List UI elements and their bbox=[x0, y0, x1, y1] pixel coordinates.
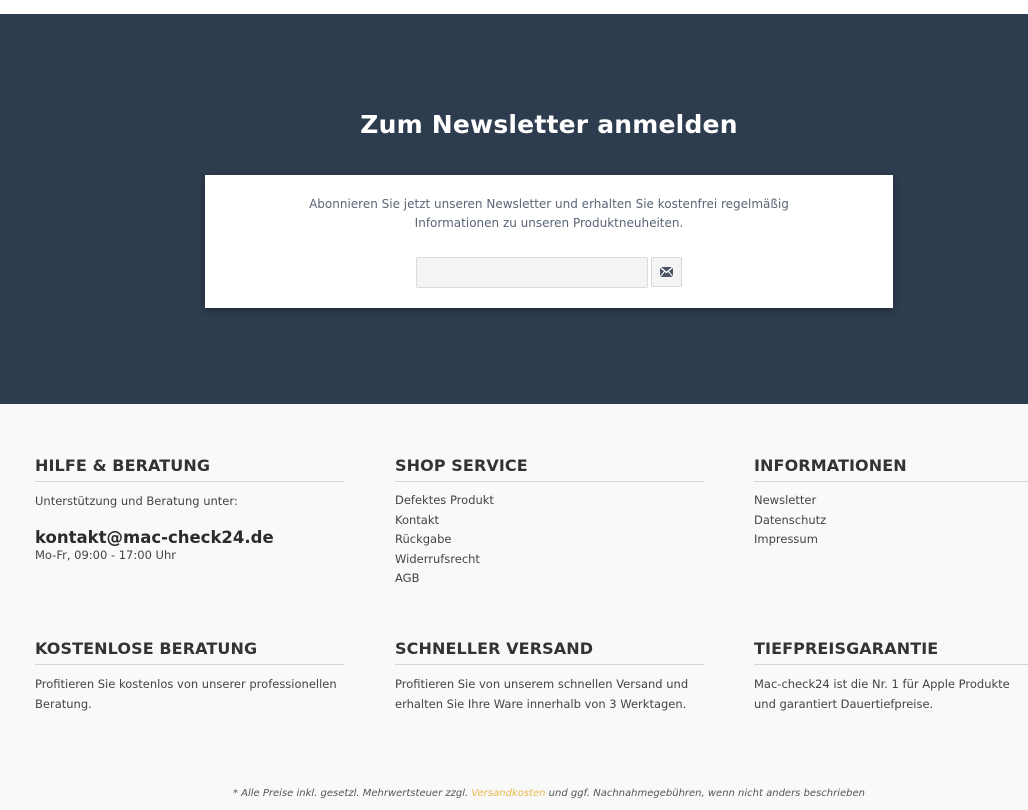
footer-col-shop-service: Shop Service Defektes Produkt Kontakt Rü… bbox=[395, 456, 704, 589]
support-email[interactable]: kontakt@mac-check24.de bbox=[35, 528, 344, 547]
link-rueckgabe[interactable]: Rückgabe bbox=[395, 530, 704, 550]
informationen-links: Newsletter Datenschutz Impressum bbox=[754, 491, 1028, 550]
disclaimer-before: * Alle Preise inkl. gesetzl. Mehrwertste… bbox=[232, 788, 469, 799]
link-impressum[interactable]: Impressum bbox=[754, 530, 1028, 550]
support-hours: Mo-Fr, 09:00 - 17:00 Uhr bbox=[35, 547, 176, 562]
shop-service-links: Defektes Produkt Kontakt Rückgabe Widerr… bbox=[395, 491, 704, 589]
footer-col-versand: Schneller Versand Profitieren Sie von un… bbox=[395, 639, 704, 714]
link-newsletter[interactable]: Newsletter bbox=[754, 491, 1028, 511]
support-intro: Unterstützung und Beratung unter: bbox=[35, 494, 238, 508]
footer-col-beratung: Kostenlose Beratung Profitieren Sie kost… bbox=[35, 639, 344, 714]
link-defektes-produkt[interactable]: Defektes Produkt bbox=[395, 491, 704, 511]
versand-text: Profitieren Sie von unserem schnellen Ve… bbox=[395, 677, 689, 711]
tiefpreis-text: Mac-check24 ist die Nr. 1 für Apple Prod… bbox=[754, 677, 1010, 711]
price-disclaimer: * Alle Preise inkl. gesetzl. Mehrwertste… bbox=[0, 788, 1028, 799]
newsletter-description: Abonnieren Sie jetzt unseren Newsletter … bbox=[205, 195, 893, 233]
newsletter-section: Zum Newsletter anmelden Abonnieren Sie j… bbox=[0, 14, 1028, 404]
newsletter-submit-button[interactable] bbox=[651, 257, 682, 287]
heading-schneller-versand: Schneller Versand bbox=[395, 639, 704, 665]
heading-shop-service: Shop Service bbox=[395, 456, 704, 482]
heading-tiefpreisgarantie: Tiefpreisgarantie bbox=[754, 639, 1028, 665]
newsletter-description-line1: Abonnieren Sie jetzt unseren Newsletter … bbox=[309, 197, 789, 211]
link-kontakt[interactable]: Kontakt bbox=[395, 511, 704, 531]
link-versandkosten[interactable]: Versandkosten bbox=[471, 788, 545, 799]
heading-kostenlose-beratung: Kostenlose Beratung bbox=[35, 639, 344, 665]
disclaimer-after: und ggf. Nachnahmegebühren, wenn nicht a… bbox=[548, 788, 865, 799]
beratung-text: Profitieren Sie kostenlos von unserer pr… bbox=[35, 677, 337, 711]
heading-hilfe-beratung: Hilfe & Beratung bbox=[35, 456, 344, 482]
newsletter-description-line2: Informationen zu unseren Produktneuheite… bbox=[414, 216, 684, 230]
top-strip bbox=[0, 0, 1028, 14]
envelope-icon bbox=[660, 267, 673, 277]
footer-col-tiefpreis: Tiefpreisgarantie Mac-check24 ist die Nr… bbox=[754, 639, 1028, 714]
newsletter-card: Abonnieren Sie jetzt unseren Newsletter … bbox=[205, 175, 893, 308]
newsletter-email-input[interactable] bbox=[416, 257, 648, 288]
heading-informationen: Informationen bbox=[754, 456, 1028, 482]
link-datenschutz[interactable]: Datenschutz bbox=[754, 511, 1028, 531]
link-widerrufsrecht[interactable]: Widerrufsrecht bbox=[395, 550, 704, 570]
footer-col-hilfe: Hilfe & Beratung Unterstützung und Berat… bbox=[35, 456, 344, 563]
footer-col-informationen: Informationen Newsletter Datenschutz Imp… bbox=[754, 456, 1028, 550]
link-agb[interactable]: AGB bbox=[395, 569, 704, 589]
footer: Hilfe & Beratung Unterstützung und Berat… bbox=[0, 404, 1028, 810]
newsletter-title: Zum Newsletter anmelden bbox=[360, 110, 738, 139]
